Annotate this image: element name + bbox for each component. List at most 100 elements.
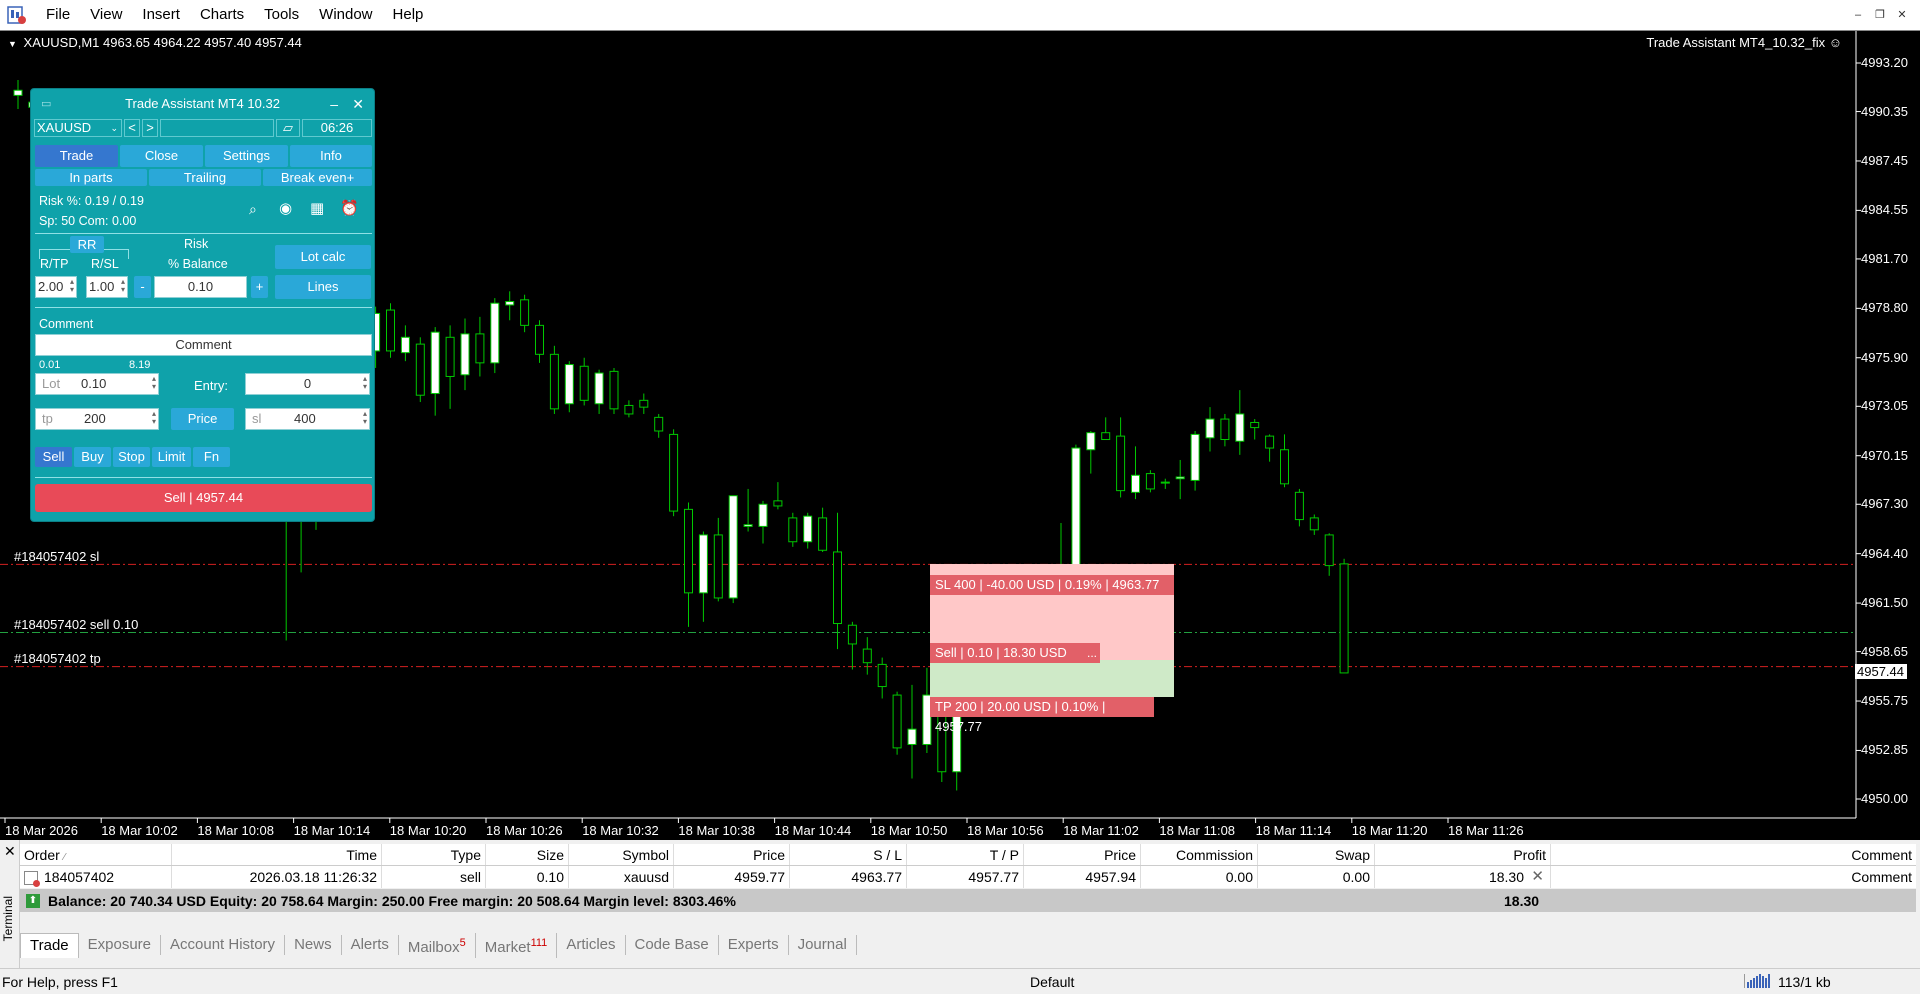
col-profit[interactable]: Profit: [1375, 844, 1551, 865]
tp-input[interactable]: tp 200 ▴ ▾: [35, 408, 159, 430]
col-current-price[interactable]: Price: [1024, 844, 1141, 865]
menu-window[interactable]: Window: [309, 0, 382, 30]
spinner-icon[interactable]: ▴ ▾: [121, 278, 125, 294]
restore-button[interactable]: ❐: [1870, 5, 1890, 25]
col-size[interactable]: Size: [486, 844, 569, 865]
ta-subtab-break-even[interactable]: Break even+: [263, 169, 372, 186]
menu-insert[interactable]: Insert: [132, 0, 190, 30]
ta-tab-info[interactable]: Info: [290, 145, 372, 167]
spinner-icon[interactable]: ▴ ▾: [70, 278, 74, 294]
ta-close-button[interactable]: ✕: [352, 89, 364, 119]
spinner-icon[interactable]: ▴ ▾: [152, 375, 156, 391]
col-price[interactable]: Price: [674, 844, 790, 865]
ta-symbol-search[interactable]: [160, 119, 274, 137]
ta-prev-symbol-button[interactable]: <: [124, 119, 140, 137]
terminal-tab-mailbox[interactable]: Mailbox5: [399, 932, 476, 958]
ta-subtab-in-parts[interactable]: In parts: [35, 169, 147, 186]
ta-next-symbol-button[interactable]: >: [142, 119, 158, 137]
price-button[interactable]: Price: [171, 408, 234, 430]
ta-symbol-select[interactable]: XAUUSD ⌄: [34, 119, 122, 137]
status-profile: Default: [1030, 974, 1075, 990]
menu-file[interactable]: File: [36, 0, 80, 30]
entry-zone-label[interactable]: Sell | 0.10 | 18.30 USD: [930, 643, 1100, 663]
col-commission[interactable]: Commission: [1141, 844, 1258, 865]
sell-action-button[interactable]: Sell | 4957.44: [35, 484, 372, 512]
comment-input[interactable]: Comment: [35, 334, 372, 356]
order-type-stop[interactable]: Stop: [113, 447, 150, 467]
price-chart[interactable]: SL 400 | -40.00 USD | 0.19% | 4963.77 Se…: [0, 30, 1920, 840]
ta-titlebar[interactable]: ▭ Trade Assistant MT4 10.32 – ✕: [31, 89, 374, 119]
col-symbol[interactable]: Symbol: [569, 844, 674, 865]
sl-input[interactable]: sl 400 ▴ ▾: [245, 408, 370, 430]
col-type[interactable]: Type: [382, 844, 486, 865]
eye-icon[interactable]: ◉: [279, 199, 292, 217]
spinner-icon[interactable]: ▴ ▾: [363, 375, 367, 391]
order-type-limit[interactable]: Limit: [152, 447, 191, 467]
ta-tab-close[interactable]: Close: [120, 145, 203, 167]
col-sl[interactable]: S / L: [790, 844, 907, 865]
spinner-icon[interactable]: ▴ ▾: [363, 410, 367, 426]
ta-minimize-button[interactable]: –: [330, 89, 338, 119]
lot-input[interactable]: Lot 0.10 ▴ ▾: [35, 373, 159, 395]
order-entry-line-label: #184057402 sell 0.10: [14, 617, 139, 632]
risk-decrease-button[interactable]: -: [134, 276, 151, 298]
col-tp[interactable]: T / P: [907, 844, 1024, 865]
sl-zone-label[interactable]: SL 400 | -40.00 USD | 0.19% | 4963.77: [930, 575, 1174, 595]
ta-tab-trade[interactable]: Trade: [35, 145, 118, 167]
terminal-tab-articles[interactable]: Articles: [557, 935, 626, 955]
trade-assistant-panel[interactable]: ▭ Trade Assistant MT4 10.32 – ✕ XAUUSD ⌄…: [30, 88, 375, 522]
calendar-icon[interactable]: ▦: [310, 199, 324, 217]
terminal-tab-market[interactable]: Market111: [476, 932, 558, 958]
ta-menu-icon[interactable]: ▭: [41, 89, 51, 119]
ta-subtab-trailing[interactable]: Trailing: [149, 169, 261, 186]
menu-charts[interactable]: Charts: [190, 0, 254, 30]
order-type-buy[interactable]: Buy: [74, 447, 111, 467]
risk-input[interactable]: 0.10: [154, 276, 247, 298]
ta-divider: [35, 477, 372, 478]
col-swap[interactable]: Swap: [1258, 844, 1375, 865]
terminal-tab-news[interactable]: News: [285, 935, 342, 955]
entry-input[interactable]: 0 ▴ ▾: [245, 373, 370, 395]
order-type-sell[interactable]: Sell: [35, 447, 72, 467]
terminal-tab-code-base[interactable]: Code Base: [626, 935, 719, 955]
terminal-tab-exposure[interactable]: Exposure: [79, 935, 162, 955]
col-time[interactable]: Time: [172, 844, 382, 865]
col-comment[interactable]: Comment: [1551, 844, 1916, 865]
terminal-tab-trade[interactable]: Trade: [20, 932, 79, 958]
alarm-icon[interactable]: ⏰: [340, 199, 359, 217]
spinner-icon[interactable]: ▴ ▾: [152, 410, 156, 426]
menu-view[interactable]: View: [80, 0, 132, 30]
candle-body: [654, 416, 664, 432]
candle-body: [1280, 449, 1289, 485]
expert-advisor-label[interactable]: Trade Assistant MT4_10.32_fix ☺: [1646, 35, 1842, 50]
terminal-tab-alerts[interactable]: Alerts: [342, 935, 399, 955]
close-order-icon[interactable]: ✕: [1531, 866, 1544, 888]
rr-toggle-button[interactable]: RR: [70, 236, 104, 253]
candle-body: [1265, 435, 1275, 449]
tp-zone-label[interactable]: TP 200 | 20.00 USD | 0.10% | 4957.77: [930, 697, 1154, 734]
metatrader-logo-icon[interactable]: [6, 4, 28, 26]
risk-increase-button[interactable]: +: [251, 276, 268, 298]
menu-help[interactable]: Help: [383, 0, 434, 30]
sell-order-icon: [24, 871, 40, 888]
ta-tab-settings[interactable]: Settings: [205, 145, 288, 167]
terminal-tab-experts[interactable]: Experts: [719, 935, 789, 955]
terminal-tab-account-history[interactable]: Account History: [161, 935, 286, 955]
minimize-button[interactable]: –: [1848, 5, 1868, 25]
candle-body: [743, 524, 753, 527]
lot-calc-button[interactable]: Lot calc: [275, 245, 371, 269]
close-button[interactable]: ✕: [1892, 5, 1912, 25]
order-type-fn[interactable]: Fn: [193, 447, 230, 467]
entry-more-button[interactable]: ...: [1084, 643, 1100, 663]
search-icon[interactable]: ⌕: [249, 201, 257, 218]
order-row[interactable]: 184057402 2026.03.18 11:26:32 sell 0.10 …: [20, 866, 1916, 888]
order-type: sell: [382, 866, 486, 888]
rsl-input[interactable]: 1.00 ▴ ▾: [86, 276, 128, 298]
col-order[interactable]: Order ⁄: [20, 844, 172, 865]
terminal-tab-journal[interactable]: Journal: [789, 935, 857, 955]
menu-tools[interactable]: Tools: [254, 0, 309, 30]
terminal-close-icon[interactable]: ✕: [4, 843, 16, 860]
lines-button[interactable]: Lines: [275, 275, 371, 299]
rtp-input[interactable]: 2.00 ▴ ▾: [35, 276, 77, 298]
folder-icon[interactable]: ▱: [276, 119, 300, 137]
